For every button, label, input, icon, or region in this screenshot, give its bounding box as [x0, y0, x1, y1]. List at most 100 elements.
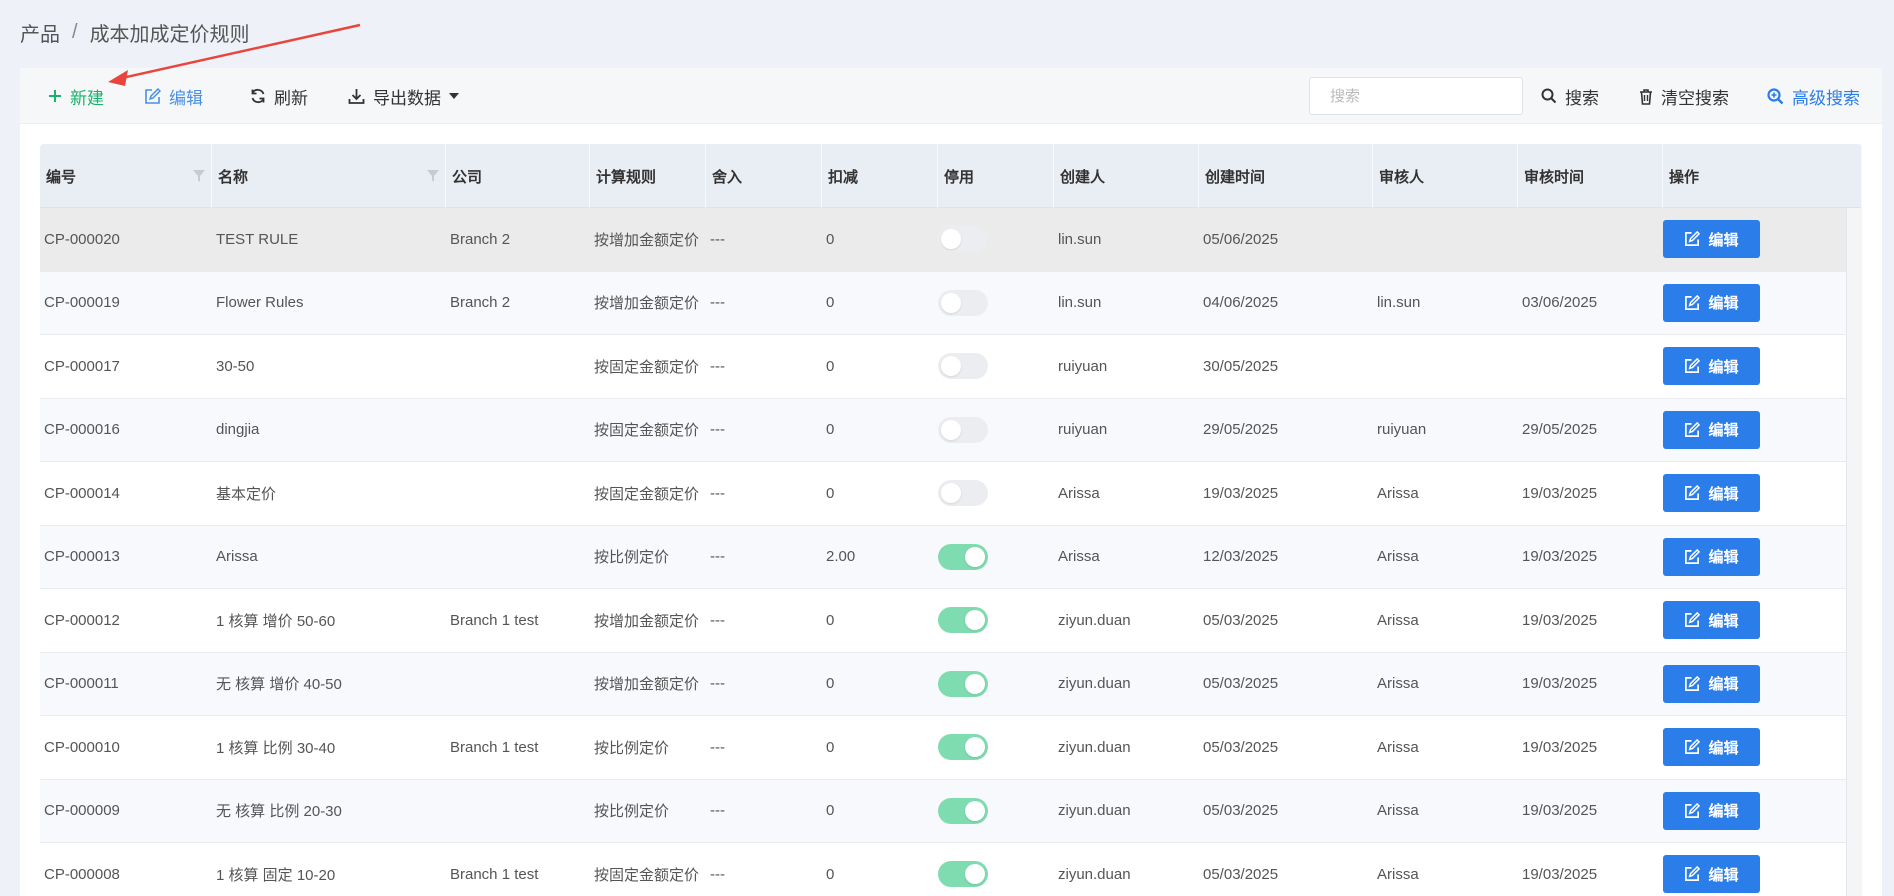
column-header-code[interactable]: 编号 — [40, 144, 212, 208]
column-header-name[interactable]: 名称 — [212, 144, 446, 208]
row-edit-button[interactable]: 编辑 — [1663, 791, 1760, 830]
edit-button[interactable]: 编辑 — [144, 68, 203, 124]
row-edit-button[interactable]: 编辑 — [1663, 855, 1760, 894]
row-edit-button[interactable]: 编辑 — [1663, 347, 1760, 386]
row-edit-button[interactable]: 编辑 — [1663, 664, 1760, 703]
cell-deduction-text: 0 — [826, 294, 835, 312]
column-header-created[interactable]: 创建时间 — [1199, 144, 1373, 208]
disable-toggle[interactable] — [938, 670, 988, 697]
table-body: CP-000020 TEST RULE Branch 2 按增加金额定价 --- 0 lin… — [40, 208, 1862, 896]
table-row[interactable]: CP-000011 无 核算 增价 40-50 按增加金额定价 --- 0 ziyun.d… — [40, 652, 1862, 716]
column-header-label: 计算规则 — [596, 168, 657, 186]
cell-deduction: 0 — [822, 399, 834, 462]
cell-disabled — [934, 272, 988, 335]
disable-toggle[interactable] — [938, 226, 988, 253]
table-row[interactable]: CP-000009 无 核算 比例 20-30 按比例定价 --- 0 ziyun.dua… — [40, 779, 1862, 843]
cell-creator: ziyun.duan — [1054, 589, 1131, 652]
cell-reviewed-text: 19/03/2025 — [1522, 865, 1598, 883]
filter-icon[interactable] — [427, 170, 439, 182]
disable-toggle[interactable] — [938, 416, 988, 443]
advanced-search-button[interactable]: 高级搜索 — [1767, 68, 1860, 124]
row-edit-button[interactable]: 编辑 — [1663, 601, 1760, 640]
cell-actions: 编辑 — [1659, 462, 1760, 525]
cell-code-text: CP-000012 — [44, 611, 120, 629]
column-header-reviewer[interactable]: 审核人 — [1373, 144, 1518, 208]
table-row[interactable]: CP-000020 TEST RULE Branch 2 按增加金额定价 --- 0 lin… — [40, 208, 1862, 272]
search-input[interactable] — [1309, 77, 1523, 115]
refresh-button[interactable]: 刷新 — [250, 68, 308, 124]
column-header-deduction[interactable]: 扣减 — [822, 144, 938, 208]
cell-name-text: 1 核算 比例 30-40 — [216, 739, 336, 757]
cell-deduction: 0 — [822, 589, 834, 652]
disable-toggle[interactable] — [938, 543, 988, 570]
cell-code-text: CP-000017 — [44, 357, 120, 375]
cell-rule: 按比例定价 — [590, 780, 669, 843]
row-edit-button[interactable]: 编辑 — [1663, 283, 1760, 322]
cell-reviewed — [1518, 335, 1522, 398]
cell-name: 1 核算 增价 50-60 — [212, 589, 335, 652]
table-row[interactable]: CP-000012 1 核算 增价 50-60 Branch 1 test 按增加金额… — [40, 589, 1862, 653]
disable-toggle[interactable] — [938, 480, 988, 507]
cell-reviewer-text: Arissa — [1377, 611, 1419, 629]
cell-company — [446, 526, 450, 589]
row-edit-label: 编辑 — [1708, 549, 1739, 567]
row-edit-button[interactable]: 编辑 — [1663, 474, 1760, 513]
disable-toggle[interactable] — [938, 607, 988, 634]
cell-creator: lin.sun — [1054, 272, 1101, 335]
column-header-rule[interactable]: 计算规则 — [590, 144, 706, 208]
cell-creator-text: lin.sun — [1058, 294, 1102, 312]
cell-code: CP-000019 — [40, 272, 120, 335]
row-edit-button[interactable]: 编辑 — [1663, 537, 1760, 576]
column-header-reviewed[interactable]: 审核时间 — [1518, 144, 1663, 208]
new-button[interactable]: 新建 — [48, 68, 104, 124]
cell-creator-text: ziyun.duan — [1058, 802, 1131, 820]
cell-company: Branch 2 — [446, 272, 510, 335]
cell-rule: 按比例定价 — [590, 716, 669, 779]
clear-search-button[interactable]: 清空搜索 — [1639, 68, 1729, 124]
cell-reviewer: Arissa — [1373, 843, 1419, 896]
vertical-scrollbar[interactable] — [1846, 208, 1862, 896]
column-header-label: 编号 — [46, 168, 77, 186]
cell-creator: ziyun.duan — [1054, 653, 1131, 716]
search-button[interactable]: 搜索 — [1541, 68, 1599, 124]
cell-rounding-text: --- — [710, 230, 725, 248]
table-row[interactable]: CP-000013 Arissa 按比例定价 --- 2.00 Arissa 12/03/2… — [40, 525, 1862, 589]
cell-company: Branch 1 test — [446, 716, 538, 779]
table-row[interactable]: CP-000019 Flower Rules Branch 2 按增加金额定价 --- 0… — [40, 271, 1862, 335]
column-header-rounding[interactable]: 舍入 — [706, 144, 822, 208]
disable-toggle[interactable] — [938, 289, 988, 316]
cell-deduction: 2.00 — [822, 526, 855, 589]
cell-deduction: 0 — [822, 208, 834, 271]
cell-created: 05/03/2025 — [1199, 589, 1278, 652]
disable-toggle[interactable] — [938, 734, 988, 761]
table-row[interactable]: CP-000010 1 核算 比例 30-40 Branch 1 test 按比例定价… — [40, 716, 1862, 780]
column-header-label: 创建时间 — [1205, 168, 1266, 186]
export-data-dropdown[interactable]: 导出数据 — [348, 68, 459, 124]
row-edit-button[interactable]: 编辑 — [1663, 728, 1760, 767]
disable-toggle[interactable] — [938, 861, 988, 888]
breadcrumb-parent[interactable]: 产品 — [20, 18, 60, 47]
breadcrumb: 产品 / 成本加成定价规则 — [20, 18, 250, 47]
column-header-disabled[interactable]: 停用 — [938, 144, 1054, 208]
table-row[interactable]: CP-000008 1 核算 固定 10-20 Branch 1 test 按固定金额… — [40, 843, 1862, 896]
cell-rounding-text: --- — [710, 611, 725, 629]
disable-toggle[interactable] — [938, 797, 988, 824]
table-row[interactable]: CP-000016 dingjia 按固定金额定价 --- 0 ruiyuan 29/05/… — [40, 398, 1862, 462]
disable-toggle[interactable] — [938, 353, 988, 380]
cell-rule-text: 按固定金额定价 — [594, 866, 700, 884]
edit-icon — [1685, 548, 1701, 564]
column-header-creator[interactable]: 创建人 — [1054, 144, 1199, 208]
row-edit-button[interactable]: 编辑 — [1663, 220, 1760, 259]
cell-rounding: --- — [706, 589, 725, 652]
column-header-company[interactable]: 公司 — [446, 144, 590, 208]
cell-rounding-text: --- — [710, 865, 725, 883]
cell-name-text: 1 核算 增价 50-60 — [216, 612, 336, 630]
filter-icon[interactable] — [193, 170, 205, 182]
row-edit-button[interactable]: 编辑 — [1663, 410, 1760, 449]
toggle-knob — [965, 610, 985, 631]
cell-reviewed-text: 19/03/2025 — [1522, 675, 1598, 693]
toggle-knob — [965, 673, 985, 694]
table-row[interactable]: CP-000017 30-50 按固定金额定价 --- 0 ruiyuan 30/05/20… — [40, 335, 1862, 399]
table-row[interactable]: CP-000014 基本定价 按固定金额定价 --- 0 Arissa 19/03/2025… — [40, 462, 1862, 526]
cell-code-text: CP-000011 — [44, 675, 119, 693]
